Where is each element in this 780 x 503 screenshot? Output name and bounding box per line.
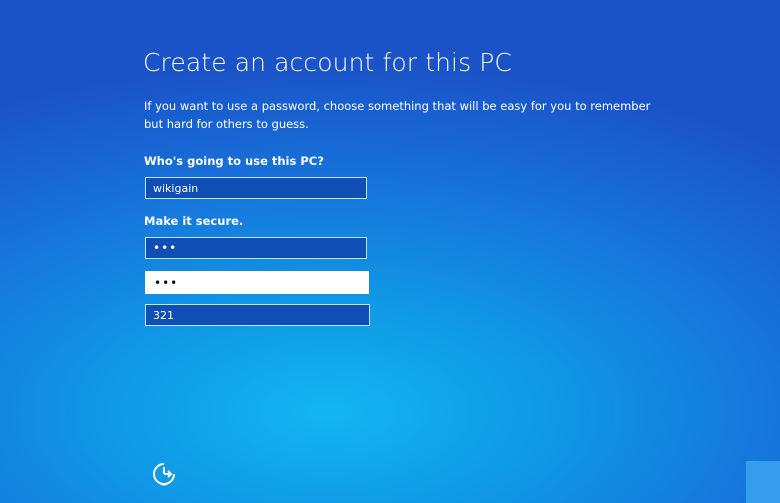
password-input[interactable] [145, 237, 367, 259]
page-title: Create an account for this PC [143, 48, 512, 77]
ease-of-access-button[interactable] [151, 461, 177, 487]
secure-label: Make it secure. [144, 214, 244, 228]
username-label: Who's going to use this PC? [144, 154, 324, 168]
instruction-text: If you want to use a password, choose so… [144, 99, 651, 131]
username-input[interactable] [145, 177, 367, 199]
password-hint-input[interactable] [145, 304, 370, 326]
next-button[interactable] [746, 461, 780, 503]
account-setup-screen: Create an account for this PC If you wan… [0, 0, 780, 503]
ease-of-access-icon [153, 463, 175, 486]
confirm-password-input[interactable] [145, 271, 369, 294]
